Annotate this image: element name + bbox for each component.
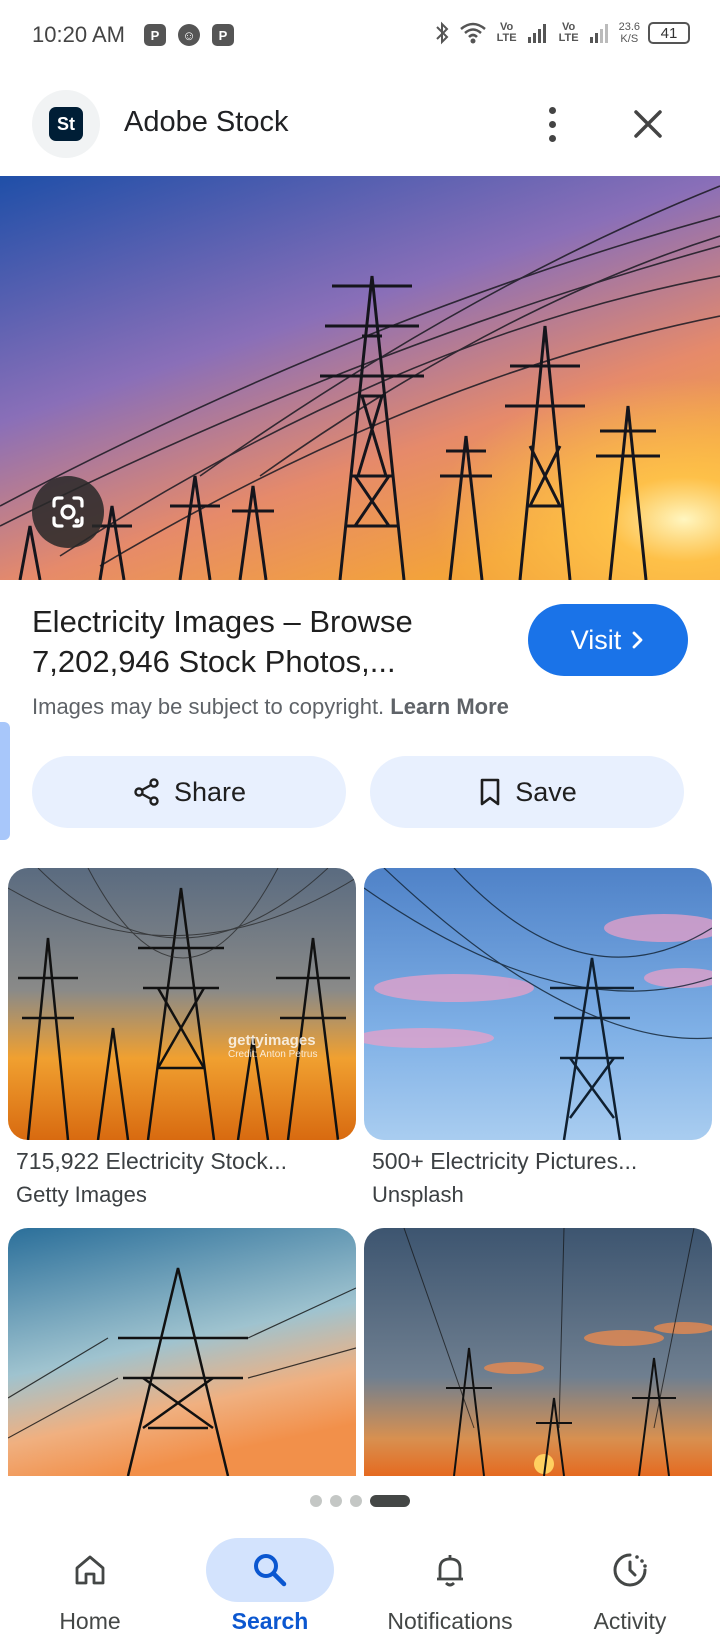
page-dot-active [370,1495,410,1507]
nav-activity-label: Activity [593,1608,667,1634]
nav-notifications[interactable]: Notifications [360,1528,540,1640]
related-image-3 [8,1228,356,1476]
volte-indicator: Vo LTE [496,21,517,44]
bottom-navigation: Home Search Notifications Activity [0,1528,720,1640]
related-image-caption[interactable]: 715,922 Electricity Stock... [16,1148,364,1175]
signal-icon [589,24,608,43]
google-lens-button[interactable] [32,476,104,548]
nav-notifications-label: Notifications [387,1608,513,1634]
bluetooth-icon [435,21,448,45]
related-image-source: Unsplash [372,1182,464,1207]
nav-search[interactable]: Search [180,1528,360,1640]
app-notification-icon: P [212,24,234,46]
battery-icon: 41 [648,22,690,44]
site-logo[interactable]: St [32,90,100,158]
visit-label: Visit [570,624,622,655]
status-time: 10:20 AM [32,22,125,47]
site-name[interactable]: Adobe Stock [124,106,288,139]
save-button[interactable]: Save [370,756,684,828]
getty-watermark: gettyimages Credit: Anton Petrus [228,1032,318,1060]
learn-more-link[interactable]: Learn More [390,694,509,719]
nav-search-label: Search [231,1608,309,1634]
lens-icon [52,496,84,528]
save-label: Save [515,776,577,807]
activity-icon [613,1553,647,1587]
related-image-thumbnail[interactable]: gettyimages Credit: Anton Petrus [8,868,356,1140]
visit-button[interactable]: Visit [528,604,688,676]
status-bar: 10:20 AM P ☺ P Vo LTE Vo LTE 23.6 K/S 41 [0,0,720,72]
copyright-text: Images may be subject to copyright. [32,694,385,719]
status-system-icons: Vo LTE Vo LTE 23.6 K/S 41 [433,20,690,46]
result-title[interactable]: Electricity Images – Browse 7,202,946 St… [32,602,502,682]
page-dot [310,1495,322,1507]
related-image-caption[interactable]: 500+ Electricity Pictures... [372,1148,720,1175]
side-panel-handle[interactable] [0,722,10,840]
related-image-1 [8,868,356,1140]
nav-activity[interactable]: Activity [540,1528,720,1640]
adobe-stock-logo: St [49,107,83,141]
bookmark-icon [480,778,500,806]
app-notification-icon: P [144,24,166,46]
bell-icon [437,1555,463,1587]
search-icon [254,1554,287,1587]
related-image-2 [364,868,712,1140]
more-vert-icon [548,106,556,114]
main-result-image[interactable] [0,176,720,580]
chevron-right-icon [632,631,643,649]
close-button[interactable] [624,100,672,148]
status-notification-icons: P ☺ P [144,24,234,46]
close-icon [634,110,662,138]
related-image-thumbnail[interactable] [364,868,712,1140]
home-icon [75,1555,105,1585]
related-image-4 [364,1228,712,1476]
share-icon [134,778,159,806]
related-image-thumbnail[interactable] [364,1228,712,1476]
signal-icon [527,24,546,43]
page-dot [330,1495,342,1507]
more-options-button[interactable] [536,100,568,148]
page-indicator [310,1495,410,1507]
network-speed: 23.6 K/S [618,21,640,45]
nav-home-label: Home [59,1608,121,1634]
related-image-thumbnail[interactable] [8,1228,356,1476]
page-dot [350,1495,362,1507]
copyright-notice: Images may be subject to copyright. Lear… [32,694,509,720]
power-lines-sunset-image [0,176,720,580]
nav-home[interactable]: Home [0,1528,180,1640]
related-image-source: Getty Images [16,1182,147,1207]
app-notification-icon: ☺ [178,24,200,46]
share-label: Share [173,776,247,807]
wifi-icon [459,22,486,44]
share-button[interactable]: Share [32,756,346,828]
volte-indicator: Vo LTE [558,21,579,44]
result-header: St Adobe Stock [0,86,720,162]
